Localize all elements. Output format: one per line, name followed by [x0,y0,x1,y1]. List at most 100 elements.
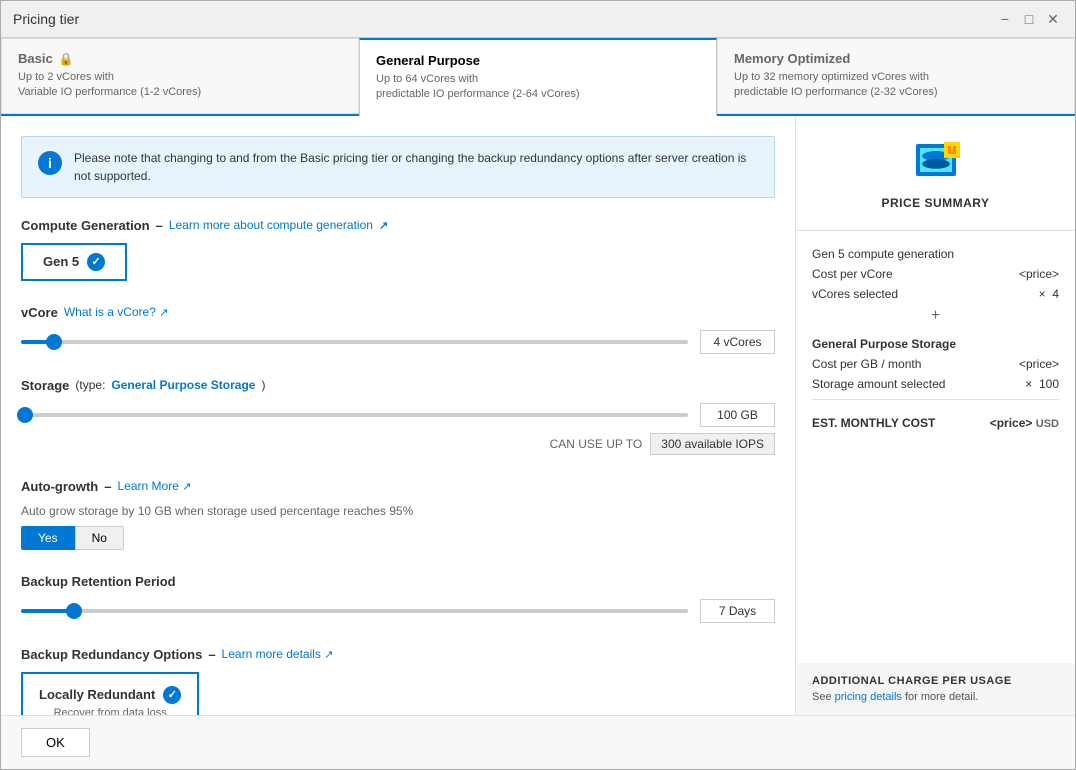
tab-general-purpose[interactable]: General Purpose Up to 64 vCores withpred… [359,38,717,116]
tab-memory-optimized[interactable]: Memory Optimized Up to 32 memory optimiz… [717,38,1075,114]
gen5-check-icon: ✓ [87,253,105,271]
vcore-value-box: 4 vCores [700,330,775,354]
storage-amount-label: Storage amount selected [812,377,945,391]
compute-link-icon: ↗ [379,219,388,232]
footer: OK [1,715,1075,769]
autogrowth-yes-button[interactable]: Yes [21,526,75,550]
cost-per-vcore-value: <price> [1019,267,1059,281]
lock-icon: 🔒 [59,52,74,66]
gp-storage-title: General Purpose Storage [812,337,1059,351]
vcore-slider-thumb[interactable] [46,334,62,350]
additional-charge-text: See pricing details for more detail. [812,691,1059,703]
tier-tabs: Basic 🔒 Up to 2 vCores withVariable IO p… [1,38,1075,116]
iops-label: CAN USE UP TO [550,437,643,451]
backup-redundancy-learn-more-link[interactable]: Learn more details ↗ [222,647,334,661]
vcore-slider-row: 4 vCores [21,330,775,354]
backup-redundancy-link-icon: ↗ [324,649,333,661]
vcores-selected-value: × 4 [1039,287,1059,301]
locally-redundant-desc: Recover from data losswithin region [39,706,181,715]
tab-memory-desc: Up to 32 memory optimized vCores withpre… [734,70,1058,101]
cost-per-gb-value: <price> [1019,357,1059,371]
autogrowth-no-button[interactable]: No [75,526,124,550]
storage-type-link[interactable]: General Purpose Storage [111,378,255,392]
est-monthly-cost-row: EST. MONTHLY COST <price> USD [812,408,1059,430]
backup-redundancy-label: Backup Redundancy Options – Learn more d… [21,647,775,662]
backup-retention-section: Backup Retention Period 7 Days [21,574,775,623]
storage-section: Storage (type: General Purpose Storage )… [21,378,775,455]
plus-sign: + [812,307,1059,325]
autogrowth-label: Auto-growth – Learn More ↗ [21,479,775,494]
locally-redundant-label: Locally Redundant [39,687,155,702]
iops-value: 300 available IOPS [650,433,775,455]
vcore-section: vCore What is a vCore? ↗ 4 vCores [21,305,775,354]
autogrowth-toggle: Yes No [21,526,775,550]
database-icon: ! [912,136,960,184]
compute-options: Gen 5 ✓ [21,243,775,281]
price-divider [812,399,1059,400]
backup-slider-container[interactable] [21,601,688,621]
storage-value-box: 100 GB [700,403,775,427]
backup-value-box: 7 Days [700,599,775,623]
cost-per-gb-label: Cost per GB / month [812,357,921,371]
backup-slider-row: 7 Days [21,599,775,623]
storage-slider-thumb[interactable] [17,407,33,423]
iops-row: CAN USE UP TO 300 available IOPS [21,433,775,455]
locally-redundant-check-icon: ✓ [163,686,181,704]
minimize-button[interactable]: − [995,9,1015,29]
storage-slider-container[interactable] [21,405,688,425]
vcore-slider-track [21,340,688,344]
backup-slider-thumb[interactable] [66,603,82,619]
price-summary-header: ! PRICE SUMMARY [796,116,1075,231]
svg-text:!: ! [950,145,953,154]
tab-basic-desc: Up to 2 vCores withVariable IO performan… [18,70,342,101]
est-currency: USD [1036,418,1059,430]
info-banner: i Please note that changing to and from … [21,136,775,198]
vcore-link-icon: ↗ [159,307,168,319]
window-controls: − □ ✕ [995,9,1063,29]
autogrowth-link-icon: ↗ [182,481,191,493]
side-panel: ! PRICE SUMMARY Gen 5 compute generation… [795,116,1075,715]
storage-label: Storage (type: General Purpose Storage ) [21,378,775,393]
storage-slider-row: 100 GB [21,403,775,427]
backup-redundancy-options: Locally Redundant ✓ Recover from data lo… [21,672,775,715]
tab-general-desc: Up to 64 vCores withpredictable IO perfo… [376,72,700,103]
storage-amount-row: Storage amount selected × 100 [812,377,1059,391]
compute-label: Compute Generation – Learn more about co… [21,218,775,233]
restore-button[interactable]: □ [1019,9,1039,29]
info-icon: i [38,151,62,175]
main-panel: i Please note that changing to and from … [1,116,795,715]
est-monthly-cost-value: <price> USD [990,416,1059,430]
tab-basic[interactable]: Basic 🔒 Up to 2 vCores withVariable IO p… [1,38,359,114]
backup-retention-label: Backup Retention Period [21,574,775,589]
compute-learn-more-link[interactable]: Learn more about compute generation [169,218,373,232]
locally-redundant-card[interactable]: Locally Redundant ✓ Recover from data lo… [21,672,199,715]
vcores-selected-label: vCores selected [812,287,898,301]
window-title: Pricing tier [13,11,79,27]
backup-slider-track [21,609,688,613]
gen5-option[interactable]: Gen 5 ✓ [21,243,127,281]
pricing-details-link[interactable]: pricing details [835,691,902,703]
gen5-compute-label: Gen 5 compute generation [812,247,954,261]
storage-slider-track [21,413,688,417]
price-summary-label: PRICE SUMMARY [881,196,989,210]
ok-button[interactable]: OK [21,728,90,757]
backup-redundancy-section: Backup Redundancy Options – Learn more d… [21,647,775,715]
storage-amount-value: × 100 [1025,377,1059,391]
autogrowth-learn-more-link[interactable]: Learn More ↗ [118,479,192,493]
vcore-label: vCore What is a vCore? ↗ [21,305,775,320]
cost-per-vcore-row: Cost per vCore <price> [812,267,1059,281]
est-monthly-cost-label: EST. MONTHLY COST [812,416,935,430]
vcore-slider-container[interactable] [21,332,688,352]
price-details: Gen 5 compute generation Cost per vCore … [796,231,1075,663]
content-area: i Please note that changing to and from … [1,116,1075,715]
additional-charge-title: ADDITIONAL CHARGE PER USAGE [812,675,1059,687]
vcores-selected-row: vCores selected × 4 [812,287,1059,301]
tab-basic-label: Basic [18,51,53,66]
cost-per-vcore-label: Cost per vCore [812,267,893,281]
close-button[interactable]: ✕ [1043,9,1063,29]
vcore-learn-more-link[interactable]: What is a vCore? ↗ [64,305,169,319]
tab-memory-label: Memory Optimized [734,51,850,66]
title-bar: Pricing tier − □ ✕ [1,1,1075,38]
autogrowth-desc: Auto grow storage by 10 GB when storage … [21,504,775,518]
gen5-label: Gen 5 [43,254,79,269]
